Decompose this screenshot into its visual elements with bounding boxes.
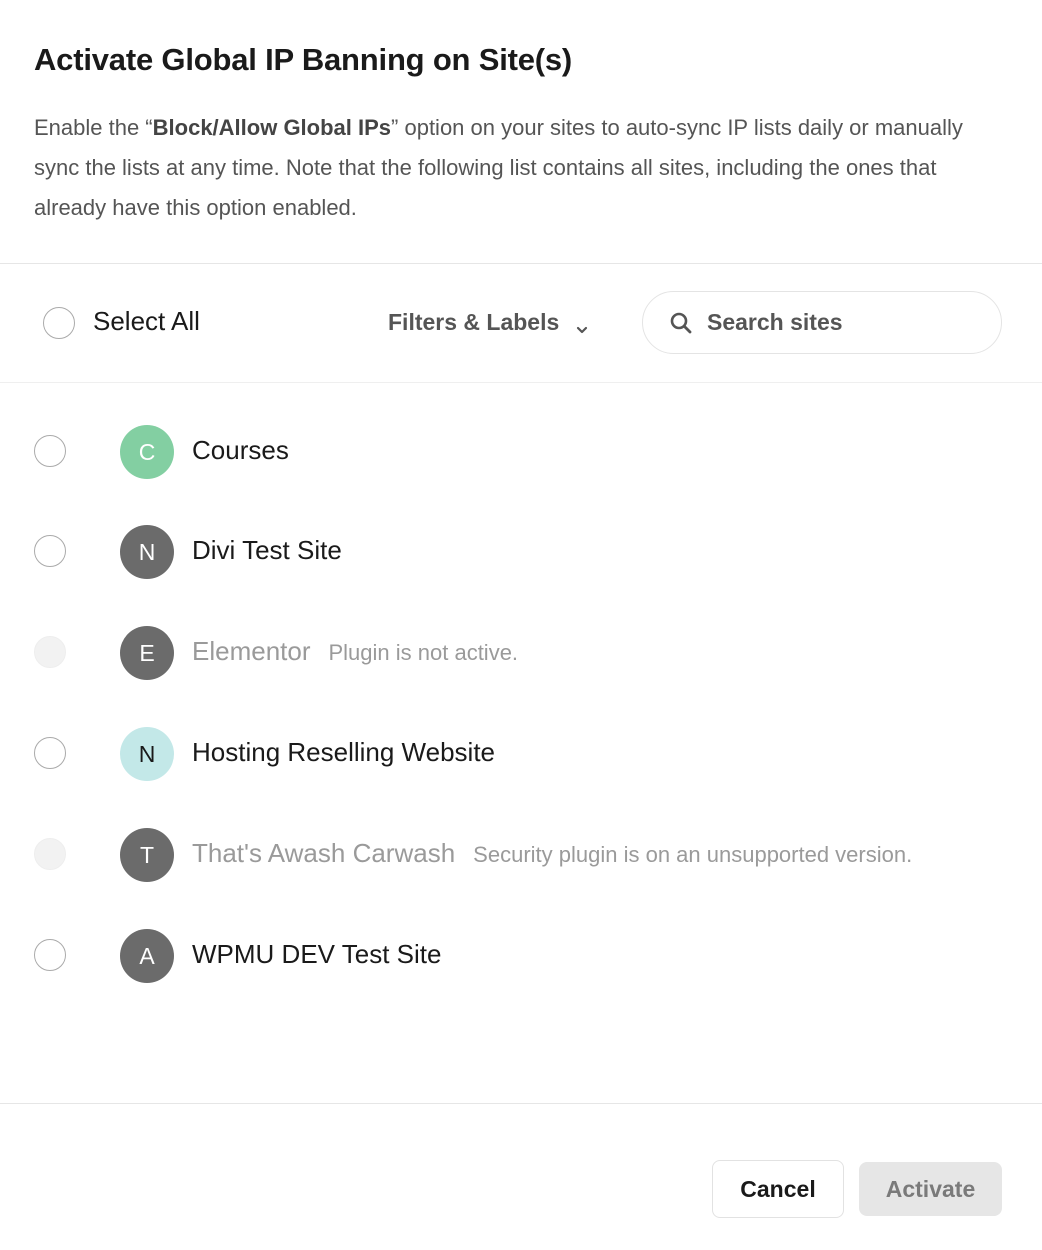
modal-footer: Cancel Activate (0, 1103, 1042, 1250)
site-row: E Elementor Plugin is not active. (0, 584, 1042, 684)
site-row[interactable]: C Courses (0, 383, 1042, 483)
modal-header: Activate Global IP Banning on Site(s) En… (0, 0, 1042, 264)
chevron-down-icon (575, 316, 589, 333)
site-name-group: Elementor Plugin is not active. (192, 636, 518, 667)
site-name[interactable]: Hosting Reselling Website (192, 737, 495, 768)
site-checkbox (34, 838, 66, 870)
select-all-checkbox[interactable] (43, 307, 75, 339)
filters-labels-dropdown[interactable]: Filters & Labels (388, 309, 589, 336)
site-name: That's Awash Carwash (192, 838, 456, 868)
site-name-group: Divi Test Site (192, 535, 342, 566)
site-name[interactable]: Courses (192, 435, 289, 466)
site-list-toolbar: Select All Filters & Labels (0, 264, 1042, 383)
site-avatar: T (120, 828, 174, 882)
site-name-group: Hosting Reselling Website (192, 737, 495, 768)
select-all-label[interactable]: Select All (93, 306, 200, 337)
site-status-note: Plugin is not active. (328, 640, 519, 665)
search-sites-input[interactable] (707, 309, 967, 336)
site-checkbox[interactable] (34, 939, 66, 971)
site-avatar: N (120, 525, 174, 579)
search-sites-field[interactable] (642, 291, 1002, 354)
site-checkbox[interactable] (34, 535, 66, 567)
filters-labels-label: Filters & Labels (388, 309, 560, 335)
site-checkbox[interactable] (34, 435, 66, 467)
description-option-name: Block/Allow Global IPs (152, 115, 392, 140)
site-avatar: C (120, 425, 174, 479)
description-prefix: Enable the “ (34, 115, 153, 140)
site-row[interactable]: N Divi Test Site (0, 483, 1042, 583)
site-row[interactable]: A WPMU DEV Test Site (0, 887, 1042, 987)
site-avatar: A (120, 929, 174, 983)
site-name-group: WPMU DEV Test Site (192, 939, 441, 970)
site-name-group: Courses (192, 435, 289, 466)
site-avatar: N (120, 727, 174, 781)
site-row[interactable]: N Hosting Reselling Website (0, 685, 1042, 785)
site-row: T That's Awash Carwash Security plugin is … (0, 786, 1042, 886)
site-name[interactable]: WPMU DEV Test Site (192, 939, 441, 970)
site-avatar: E (120, 626, 174, 680)
search-icon (669, 311, 693, 335)
activate-button[interactable]: Activate (859, 1162, 1002, 1216)
modal-description: Enable the “Block/Allow Global IPs” opti… (34, 108, 1009, 228)
cancel-button[interactable]: Cancel (712, 1160, 844, 1218)
site-status-note: Security plugin is on an unsupported ver… (473, 842, 913, 867)
site-name: Elementor (192, 636, 311, 666)
site-checkbox[interactable] (34, 737, 66, 769)
site-name-group: That's Awash Carwash Security plugin is o… (192, 838, 912, 869)
modal-title: Activate Global IP Banning on Site(s) (34, 42, 573, 77)
site-name[interactable]: Divi Test Site (192, 535, 342, 566)
site-checkbox (34, 636, 66, 668)
